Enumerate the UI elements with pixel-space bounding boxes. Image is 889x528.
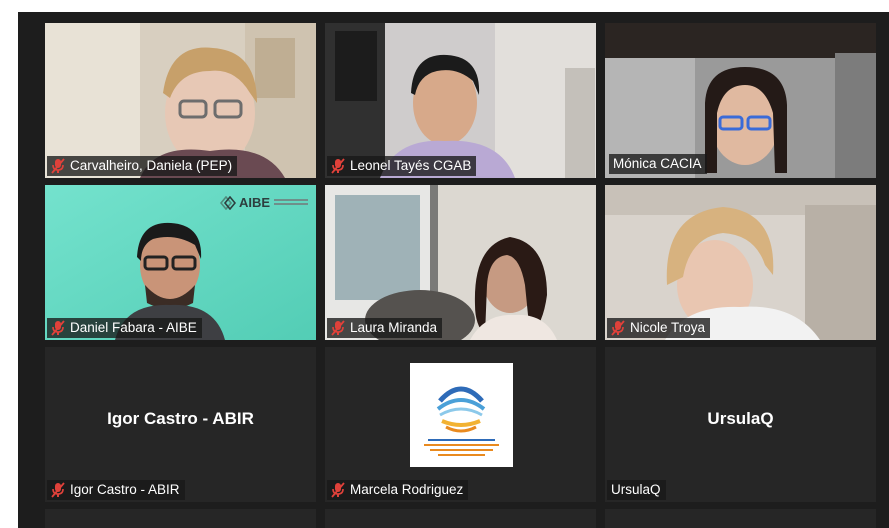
- participant-name: Mónica CACIA: [613, 156, 702, 171]
- participant-video: [325, 23, 596, 178]
- participant-tile[interactable]: Nicole Troya: [605, 185, 876, 340]
- participant-tile[interactable]: Laura Miranda: [325, 185, 596, 340]
- mic-muted-icon: [611, 320, 625, 336]
- participant-nameplate: Laura Miranda: [327, 318, 443, 338]
- participant-tile[interactable]: Leonel Tayés CGAB: [325, 23, 596, 178]
- participant-nameplate: Igor Castro - ABIR: [47, 480, 185, 500]
- participant-nameplate: Nicole Troya: [607, 318, 711, 338]
- participant-tile[interactable]: UrsulaQ UrsulaQ: [605, 347, 876, 502]
- mic-muted-icon: [51, 482, 65, 498]
- participant-name: Igor Castro - ABIR: [70, 482, 180, 497]
- participant-video: [45, 23, 316, 178]
- participant-name: Carvalheiro, Daniela (PEP): [70, 158, 233, 173]
- participant-tile-partial[interactable]: [45, 509, 316, 528]
- mic-muted-icon: [51, 158, 65, 174]
- participant-tile[interactable]: Igor Castro - ABIR Igor Castro - ABIR: [45, 347, 316, 502]
- participant-nameplate: Mónica CACIA: [609, 154, 707, 174]
- participant-video: [605, 185, 876, 340]
- participant-nameplate: UrsulaQ: [607, 480, 666, 500]
- mic-muted-icon: [51, 320, 65, 336]
- participant-video: [325, 185, 596, 340]
- participant-name: Marcela Rodriguez: [350, 482, 464, 497]
- aibe-logo-tagline: [274, 198, 308, 207]
- participant-tile[interactable]: AIBE Daniel Fabara - AIBE: [45, 185, 316, 340]
- aibe-logo: AIBE: [219, 195, 308, 210]
- meeting-window: Carvalheiro, Daniela (PEP) Leonel Tayés …: [18, 12, 889, 528]
- profile-picture-logo: [410, 363, 513, 467]
- aibe-logo-text: AIBE: [238, 195, 270, 210]
- participant-display-name: UrsulaQ: [707, 409, 774, 428]
- aibe-logo-mark: [219, 195, 236, 210]
- participant-tile[interactable]: Carvalheiro, Daniela (PEP): [45, 23, 316, 178]
- participant-nameplate: Leonel Tayés CGAB: [327, 156, 477, 176]
- participant-nameplate: Daniel Fabara - AIBE: [47, 318, 202, 338]
- participant-name: UrsulaQ: [611, 482, 661, 497]
- participant-name: Leonel Tayés CGAB: [350, 158, 472, 173]
- participant-tile-active-speaker[interactable]: Mónica CACIA: [605, 23, 876, 178]
- participant-name: Daniel Fabara - AIBE: [70, 320, 197, 335]
- gallery-grid: Carvalheiro, Daniela (PEP) Leonel Tayés …: [45, 23, 877, 528]
- participant-nameplate: Carvalheiro, Daniela (PEP): [47, 156, 238, 176]
- participant-nameplate: Marcela Rodriguez: [327, 480, 469, 500]
- mic-muted-icon: [331, 482, 345, 498]
- participant-display-name: Igor Castro - ABIR: [107, 409, 254, 428]
- participant-tile-partial[interactable]: [325, 509, 596, 528]
- participant-tile[interactable]: Marcela Rodriguez: [325, 347, 596, 502]
- participant-name: Laura Miranda: [350, 320, 438, 335]
- participant-name: Nicole Troya: [630, 320, 706, 335]
- mic-muted-icon: [331, 158, 345, 174]
- mic-muted-icon: [331, 320, 345, 336]
- participant-tile-partial[interactable]: [605, 509, 876, 528]
